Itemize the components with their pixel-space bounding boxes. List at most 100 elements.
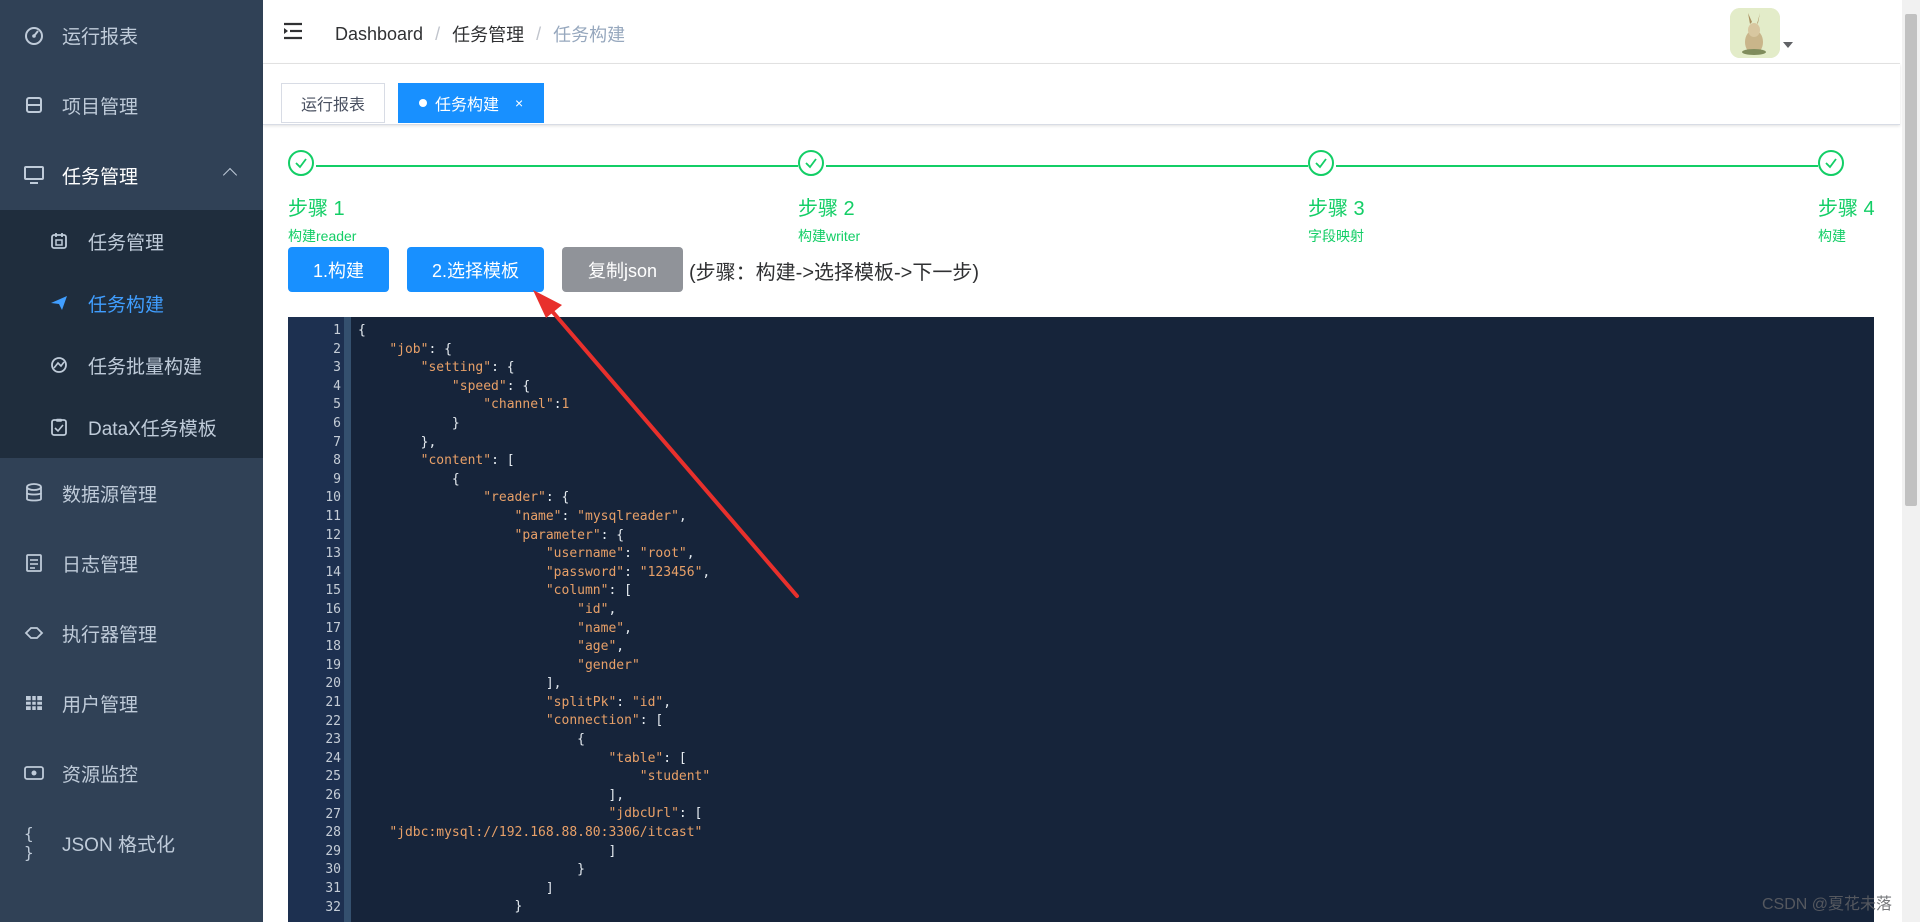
monitor-resource-icon bbox=[24, 763, 44, 783]
check-icon bbox=[288, 150, 314, 176]
submenu-task-management: 任务管理 任务构建 任务批量构建 DataX任务模板 bbox=[0, 210, 263, 458]
sidebar-subitem-batch-build[interactable]: 任务批量构建 bbox=[0, 334, 263, 396]
line-number: 31 bbox=[325, 881, 341, 896]
check-icon bbox=[1308, 150, 1334, 176]
sidebar-subitem-task-build[interactable]: 任务构建 bbox=[0, 272, 263, 334]
line-number: 24 bbox=[325, 750, 341, 766]
line-number: 4 bbox=[333, 378, 341, 394]
step-description: 构建 bbox=[1818, 228, 1846, 244]
sidebar-subitem-datax-template[interactable]: DataX任务模板 bbox=[0, 396, 263, 458]
code-line: "parameter": { bbox=[514, 527, 625, 543]
breadcrumb-item-dashboard[interactable]: Dashboard bbox=[335, 24, 423, 45]
sidebar-item-resource-monitor[interactable]: 资源监控 bbox=[0, 738, 263, 808]
line-number: 22 bbox=[325, 713, 341, 729]
sidebar-subitem-label: DataX任务模板 bbox=[88, 418, 217, 440]
tag-label: 运行报表 bbox=[300, 97, 365, 114]
database-icon bbox=[24, 95, 44, 115]
code-line: ], bbox=[358, 787, 625, 803]
step-title: 步骤 4 bbox=[1818, 198, 1875, 220]
code-line: "column": [ bbox=[545, 583, 632, 599]
clipboard-icon bbox=[49, 417, 69, 437]
sidebar-subitem-label: 任务构建 bbox=[88, 294, 165, 316]
json-code-editor[interactable]: 1 2 3 4 5 6 7 8 9 10 11 12 13 14 15 16 17 18 19 20 21 22 23 24 2… bbox=[288, 317, 1874, 922]
sidebar-item-datasource[interactable]: 数据源管理 bbox=[0, 458, 263, 528]
code-line: "channel":1 bbox=[483, 397, 570, 413]
step-connector bbox=[1336, 165, 1818, 167]
line-number: 7 bbox=[333, 434, 341, 450]
choose-template-button[interactable]: 2.选择模板 bbox=[407, 247, 544, 292]
tag-task-build[interactable]: 任务构建 × bbox=[398, 83, 544, 123]
line-number: 23 bbox=[325, 732, 341, 748]
code-line: "student" bbox=[639, 769, 711, 785]
line-number: 5 bbox=[333, 397, 341, 413]
code-line: ] bbox=[358, 880, 554, 896]
watermark: CSDN @夏花未落 bbox=[1761, 896, 1892, 913]
sidebar-item-task-management[interactable]: 任务管理 bbox=[0, 140, 263, 210]
line-number: 19 bbox=[325, 657, 341, 673]
code-line: "connection": [ bbox=[545, 713, 664, 729]
code-content[interactable]: { "job": { "setting": { "speed": { "chan… bbox=[358, 322, 710, 917]
line-number: 17 bbox=[325, 620, 341, 636]
table-grid-icon bbox=[24, 693, 44, 713]
code-line: "splitPk": "id", bbox=[545, 694, 672, 710]
build-button[interactable]: 1.构建 bbox=[288, 247, 389, 292]
code-line: "gender" bbox=[577, 657, 640, 673]
step-connector bbox=[826, 165, 1308, 167]
page-scrollbar[interactable] bbox=[1902, 0, 1920, 922]
code-line: { bbox=[358, 732, 585, 748]
sidebar-item-run-report[interactable]: 运行报表 bbox=[0, 0, 263, 70]
sidebar-item-label: 执行器管理 bbox=[62, 624, 158, 646]
line-number: 30 bbox=[325, 862, 341, 878]
line-number: 11 bbox=[325, 509, 341, 524]
hamburger-menu-icon[interactable] bbox=[282, 20, 304, 42]
line-number: 8 bbox=[333, 453, 341, 469]
line-number: 25 bbox=[325, 769, 341, 785]
code-line: "name", bbox=[577, 620, 632, 636]
sidebar-item-project[interactable]: 项目管理 bbox=[0, 70, 263, 140]
code-line: { bbox=[358, 471, 460, 487]
caret-down-icon[interactable] bbox=[1783, 42, 1793, 48]
sidebar-item-label: 用户管理 bbox=[62, 694, 139, 716]
sidebar-item-user[interactable]: 用户管理 bbox=[0, 668, 263, 738]
step-1: 步骤 1 构建reader bbox=[288, 150, 356, 244]
sidebar-item-label: 任务管理 bbox=[62, 166, 139, 188]
calendar-icon bbox=[49, 231, 69, 251]
code-line: "jdbcUrl": [ bbox=[608, 806, 703, 822]
sidebar-item-label: 数据源管理 bbox=[62, 484, 158, 506]
sidebar-subitem-task-management[interactable]: 任务管理 bbox=[0, 210, 263, 272]
scrollbar-thumb[interactable] bbox=[1905, 14, 1917, 506]
tag-run-report[interactable]: 运行报表 bbox=[281, 83, 385, 123]
avatar[interactable] bbox=[1730, 8, 1780, 58]
close-icon[interactable]: × bbox=[515, 95, 523, 111]
gutter-divider bbox=[344, 317, 351, 922]
code-line: "username": "root", bbox=[545, 546, 695, 562]
code-line: "password": "123456", bbox=[545, 564, 711, 580]
copy-json-button[interactable]: 复制json bbox=[562, 247, 683, 292]
breadcrumb-item-task-management[interactable]: 任务管理 bbox=[452, 21, 524, 47]
step-2: 步骤 2 构建writer bbox=[798, 150, 860, 244]
step-description: 构建writer bbox=[798, 228, 861, 244]
chart-circle-icon bbox=[49, 355, 69, 375]
sidebar-item-json-format[interactable]: { } JSON 格式化 bbox=[0, 808, 263, 878]
code-line: "speed": { bbox=[451, 378, 531, 394]
sidebar: 运行报表 项目管理 任务管理 任务管理 任务构建 任务批量构建 DataX任务模… bbox=[0, 0, 263, 922]
code-line: "age", bbox=[577, 639, 625, 655]
top-navbar: Dashboard / 任务管理 / 任务构建 bbox=[263, 0, 1900, 64]
dashboard-icon bbox=[24, 25, 44, 45]
step-4: 步骤 4 构建 bbox=[1818, 150, 1875, 244]
code-line: } bbox=[358, 415, 460, 431]
line-number: 16 bbox=[325, 602, 341, 617]
code-line: "reader": { bbox=[483, 490, 570, 506]
tags-view: 运行报表 任务构建 × bbox=[263, 64, 1900, 125]
code-line: ] bbox=[358, 843, 617, 859]
sidebar-item-executor[interactable]: 执行器管理 bbox=[0, 598, 263, 668]
chevron-up-icon bbox=[222, 167, 238, 183]
check-icon bbox=[798, 150, 824, 176]
tag-label: 任务构建 bbox=[435, 97, 500, 114]
executor-icon bbox=[24, 623, 44, 643]
breadcrumb-separator: / bbox=[536, 23, 542, 44]
step-connector bbox=[316, 165, 798, 167]
breadcrumb: Dashboard / 任务管理 / 任务构建 bbox=[335, 21, 625, 47]
breadcrumb-separator: / bbox=[435, 23, 441, 44]
sidebar-item-log[interactable]: 日志管理 bbox=[0, 528, 263, 598]
